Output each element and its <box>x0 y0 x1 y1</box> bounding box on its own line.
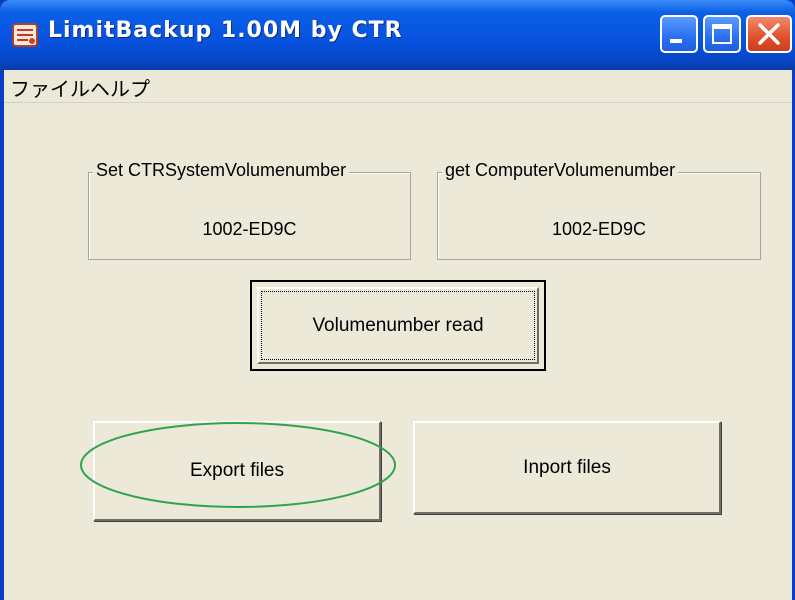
volumenumber-read-label: Volumenumber read <box>312 314 484 336</box>
app-icon[interactable] <box>10 20 40 50</box>
computer-volume-group: get ComputerVolumenumber 1002-ED9C <box>437 160 761 260</box>
menu-help[interactable]: ヘルプ <box>90 73 150 102</box>
ctr-system-volume-label: Set CTRSystemVolumenumber <box>93 160 350 181</box>
import-files-button[interactable]: Inport files <box>413 421 721 514</box>
title-bar[interactable]: LimitBackup 1.00M by CTR <box>0 0 795 70</box>
volumenumber-read-button[interactable]: Volumenumber read <box>250 280 546 371</box>
minimize-icon <box>670 39 682 43</box>
close-icon <box>758 23 780 45</box>
ctr-system-volume-value: 1002-ED9C <box>202 219 297 239</box>
window-title: LimitBackup 1.00M by CTR <box>48 18 403 43</box>
computer-volume-label: get ComputerVolumenumber <box>442 160 679 181</box>
minimize-button[interactable] <box>660 15 698 53</box>
import-files-label: Inport files <box>523 456 611 478</box>
close-button[interactable] <box>746 15 792 53</box>
maximize-icon <box>712 24 732 44</box>
dialog-client-area: Set CTRSystemVolumenumber 1002-ED9C get … <box>4 103 792 600</box>
export-files-button[interactable]: Export files <box>93 421 381 521</box>
menu-bar: ファイル ヘルプ <box>4 70 792 103</box>
export-files-label: Export files <box>190 460 284 481</box>
app-window: LimitBackup 1.00M by CTR ファイル ヘルプ Set CT… <box>0 0 795 600</box>
menu-file[interactable]: ファイル <box>10 73 90 102</box>
ctr-system-volume-group: Set CTRSystemVolumenumber 1002-ED9C <box>88 160 411 260</box>
maximize-button[interactable] <box>703 15 741 53</box>
computer-volume-value: 1002-ED9C <box>551 219 647 239</box>
